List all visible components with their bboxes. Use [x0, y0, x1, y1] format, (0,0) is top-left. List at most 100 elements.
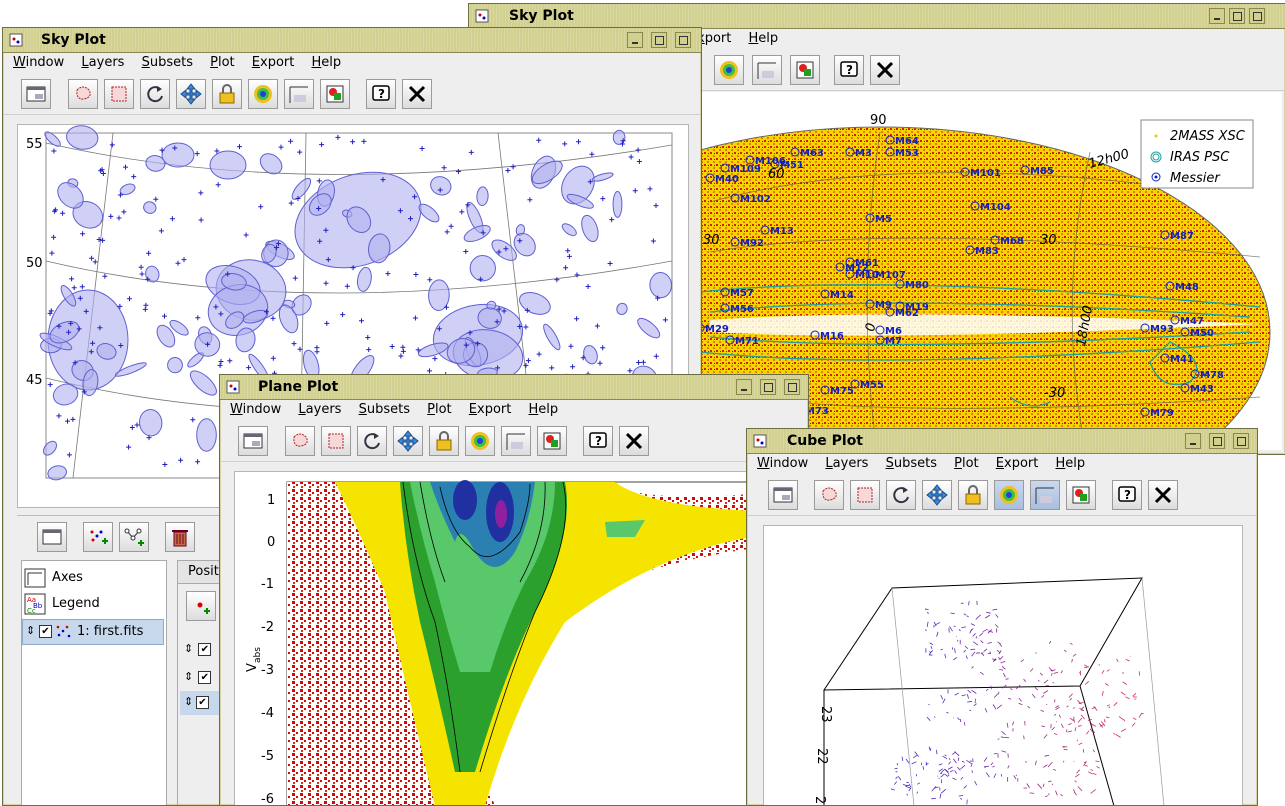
add-layer-button[interactable]	[83, 522, 113, 552]
subset-checkbox[interactable]: ✔	[198, 643, 211, 656]
rainbow-button[interactable]	[714, 55, 744, 85]
rotate-button[interactable]	[357, 426, 387, 456]
menu-subsets[interactable]: Subsets	[359, 402, 410, 417]
axis-button[interactable]	[501, 426, 531, 456]
lasso-button[interactable]	[285, 426, 315, 456]
menu-subsets[interactable]: Subsets	[886, 456, 937, 471]
menu-help[interactable]: Help	[749, 31, 779, 46]
help-button[interactable]: ?	[366, 79, 396, 109]
subset-row-2[interactable]: ⇕ ✔	[184, 665, 211, 685]
close-plot-button[interactable]	[619, 426, 649, 456]
box-select-button[interactable]	[321, 426, 351, 456]
menu-plot[interactable]: Plot	[427, 402, 452, 417]
add-subset-button[interactable]	[186, 591, 216, 621]
maximize-button[interactable]	[1209, 433, 1225, 449]
menu-help[interactable]: Help	[529, 402, 559, 417]
drag-handle-icon[interactable]: ⇕	[26, 624, 35, 637]
title-bar[interactable]: Sky Plot	[469, 4, 1285, 29]
subset-checkbox[interactable]: ✔	[198, 671, 211, 684]
pan-button[interactable]	[922, 480, 952, 510]
drag-handle-icon[interactable]: ⇕	[184, 670, 193, 683]
close-plot-button[interactable]	[402, 79, 432, 109]
menu-export[interactable]: Export	[252, 55, 295, 70]
menu-help[interactable]: Help	[1056, 456, 1086, 471]
menu-export[interactable]: Export	[469, 402, 512, 417]
cube-point	[984, 757, 987, 761]
layer-item-legend[interactable]: AaBbCc Legend	[24, 593, 164, 617]
minimize-button[interactable]	[1209, 8, 1225, 24]
close-window-button[interactable]	[784, 379, 800, 395]
menu-plot[interactable]: Plot	[210, 55, 235, 70]
title-bar[interactable]: Sky Plot	[3, 28, 701, 53]
new-window-button[interactable]	[21, 79, 51, 109]
maximize-button[interactable]	[1229, 8, 1245, 24]
rainbow-button[interactable]	[994, 480, 1024, 510]
close-window-button[interactable]	[675, 32, 691, 48]
rainbow-button[interactable]	[465, 426, 495, 456]
menu-window[interactable]: Window	[757, 456, 808, 471]
window-icon	[772, 484, 794, 506]
minimize-button[interactable]	[627, 32, 643, 48]
subset-row-1[interactable]: ⇕ ✔	[184, 637, 211, 657]
export-image-button[interactable]	[537, 426, 567, 456]
box-select-button[interactable]	[850, 480, 880, 510]
lasso-button[interactable]	[68, 79, 98, 109]
rotate-button[interactable]	[140, 79, 170, 109]
layer-item-axes[interactable]: Axes	[24, 567, 164, 591]
axis-button[interactable]	[752, 55, 782, 85]
source-ellipse	[210, 151, 246, 179]
help-button[interactable]: ?	[583, 426, 613, 456]
menu-export[interactable]: Export	[996, 456, 1039, 471]
help-button[interactable]: ?	[1112, 480, 1142, 510]
menu-subsets[interactable]: Subsets	[142, 55, 193, 70]
add-link-layer-button[interactable]	[119, 522, 149, 552]
help-button[interactable]: ?	[834, 55, 864, 85]
y-tick-50: 50	[26, 256, 43, 271]
plane-plot-area[interactable]: 1 0 -1 -2 -3 -4 -5 -6 V abs	[234, 471, 809, 806]
maximize-button[interactable]	[760, 379, 776, 395]
new-window-button-small[interactable]	[37, 522, 67, 552]
lasso-button[interactable]	[814, 480, 844, 510]
subset-checkbox[interactable]: ✔	[196, 696, 209, 709]
menu-layers[interactable]: Layers	[298, 402, 341, 417]
lock-button[interactable]	[958, 480, 988, 510]
menu-layers[interactable]: Layers	[825, 456, 868, 471]
layer-visible-checkbox[interactable]: ✔	[39, 625, 52, 638]
cube-plot-window[interactable]: Cube Plot Window Layers Subsets Plot Exp…	[746, 428, 1258, 806]
maximize-button[interactable]	[651, 32, 667, 48]
layer-item-first-fits[interactable]: ⇕ ✔ 1: first.fits	[22, 619, 164, 645]
minimize-button[interactable]	[736, 379, 752, 395]
pan-button[interactable]	[176, 79, 206, 109]
new-window-button[interactable]	[768, 480, 798, 510]
lock-button[interactable]	[429, 426, 459, 456]
menu-layers[interactable]: Layers	[81, 55, 124, 70]
menu-window[interactable]: Window	[230, 402, 281, 417]
menu-help[interactable]: Help	[312, 55, 342, 70]
delete-layer-button[interactable]	[165, 522, 195, 552]
title-bar[interactable]: Plane Plot	[220, 375, 808, 400]
export-image-button[interactable]	[790, 55, 820, 85]
close-window-button[interactable]	[1233, 433, 1249, 449]
axis-button[interactable]	[284, 79, 314, 109]
minimize-button[interactable]	[1185, 433, 1201, 449]
pan-button[interactable]	[393, 426, 423, 456]
lock-button[interactable]	[212, 79, 242, 109]
rotate-button[interactable]	[886, 480, 916, 510]
new-window-button[interactable]	[238, 426, 268, 456]
close-plot-button[interactable]	[870, 55, 900, 85]
plane-plot-window[interactable]: Plane Plot Window Layers Subsets Plot Ex…	[219, 374, 809, 806]
rainbow-button[interactable]	[248, 79, 278, 109]
menu-plot[interactable]: Plot	[954, 456, 979, 471]
close-plot-button[interactable]	[1148, 480, 1178, 510]
drag-handle-icon[interactable]: ⇕	[184, 642, 193, 655]
close-window-button[interactable]	[1249, 8, 1265, 24]
title-bar[interactable]: Cube Plot	[747, 429, 1257, 454]
export-image-button[interactable]	[1066, 480, 1096, 510]
export-image-button[interactable]	[320, 79, 350, 109]
menu-export[interactable]: xport	[697, 31, 731, 46]
drag-handle-icon[interactable]: ⇕	[184, 695, 193, 708]
axis-button[interactable]	[1030, 480, 1060, 510]
cube-plot-area[interactable]: 23 22 2	[763, 525, 1243, 806]
menu-window[interactable]: Window	[13, 55, 64, 70]
box-select-button[interactable]	[104, 79, 134, 109]
